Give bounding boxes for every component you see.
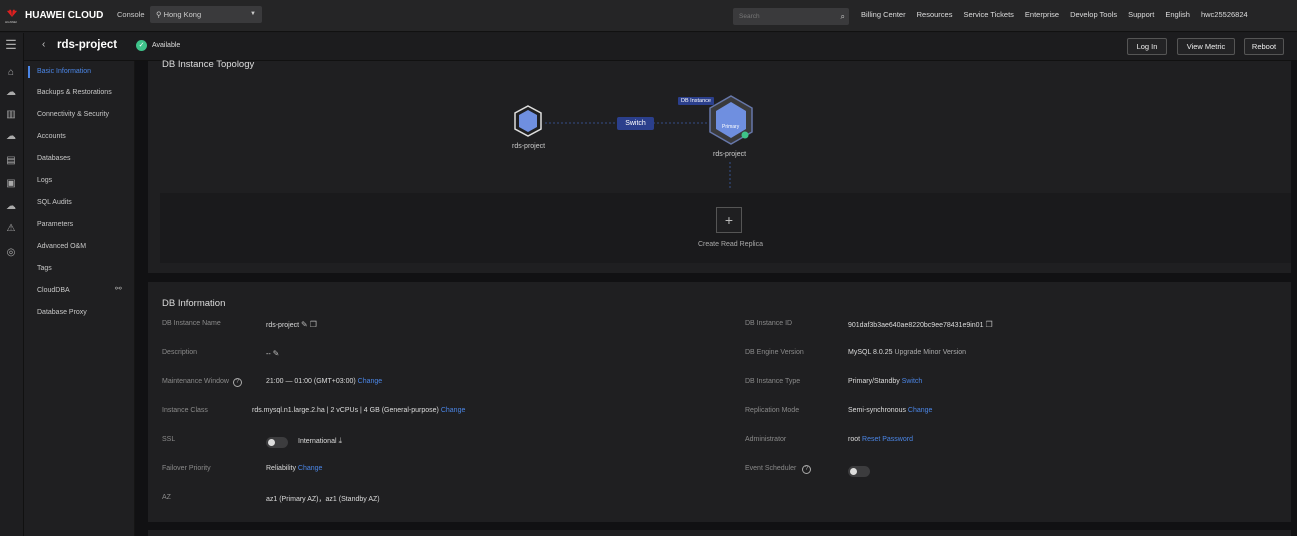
copy-icon[interactable]: ❐ — [310, 320, 317, 329]
db-instance-id-value: 901daf3b3ae640ae8220bc9ee78431e9in01 ❐ — [848, 320, 993, 329]
db-engine-version-value: MySQL 8.0.25 Upgrade Minor Version — [848, 349, 967, 356]
db-instance-type-value: Primary/Standby Switch — [848, 378, 923, 385]
primary-node-icon — [709, 95, 753, 145]
change-instance-class-link[interactable]: Change — [441, 407, 466, 414]
edit-icon[interactable]: ✎ — [301, 320, 308, 329]
description-value: -- ✎ — [266, 349, 280, 358]
db-information-card: DB Information — [148, 282, 1291, 522]
az-label: AZ — [162, 494, 171, 501]
change-replication-mode-link[interactable]: Change — [908, 407, 933, 414]
db-instance-tag: DB Instance — [678, 97, 714, 105]
instance-class-label: Instance Class — [162, 407, 208, 414]
maintenance-window-label: Maintenance Window ? — [162, 378, 242, 387]
switch-button[interactable]: Switch — [617, 117, 654, 130]
upgrade-minor-version-link[interactable]: Upgrade Minor Version — [894, 349, 966, 356]
az-value: az1 (Primary AZ)，az1 (Standby AZ) — [266, 496, 380, 503]
description-label: Description — [162, 349, 198, 356]
administrator-label: Administrator — [745, 436, 787, 443]
ssl-toggle[interactable] — [266, 437, 288, 448]
primary-role-label: Primary — [722, 124, 740, 130]
edit-description-icon[interactable]: ✎ — [273, 349, 280, 358]
administrator-value: root Reset Password — [848, 436, 913, 443]
maintenance-window-value: 21:00 — 01:00 (GMT+03:00) Change — [266, 378, 383, 385]
next-card — [148, 530, 1291, 536]
db-engine-version-label: DB Engine Version — [745, 349, 804, 356]
event-scheduler-toggle[interactable] — [848, 466, 870, 477]
db-instance-name-label: DB Instance Name — [162, 320, 221, 327]
replication-mode-label: Replication Mode — [745, 407, 800, 414]
switch-instance-type-link[interactable]: Switch — [902, 378, 923, 385]
change-maintenance-window-link[interactable]: Change — [358, 378, 383, 385]
standby-node-label: rds-project — [512, 143, 546, 150]
event-scheduler-help-icon[interactable]: ? — [802, 465, 812, 474]
db-instance-type-label: DB Instance Type — [745, 378, 801, 385]
reset-password-link[interactable]: Reset Password — [862, 436, 913, 443]
create-read-replica-label: Create Read Replica — [698, 241, 763, 248]
help-icon[interactable]: ? — [232, 378, 242, 387]
instance-class-value: rds.mysql.n1.large.2.ha | 2 vCPUs | 4 GB… — [252, 407, 466, 414]
failover-priority-value: Reliability Change — [266, 465, 323, 472]
replication-mode-value: Semi-synchronous Change — [848, 407, 933, 414]
change-failover-priority-link[interactable]: Change — [298, 465, 323, 472]
failover-priority-label: Failover Priority — [162, 465, 211, 472]
db-instance-name-value: rds-project ✎ ❐ — [266, 320, 317, 329]
ssl-label: SSL — [162, 436, 176, 443]
db-information-title: DB Information — [162, 298, 226, 309]
db-instance-id-label: DB Instance ID — [745, 320, 793, 327]
create-read-replica-button[interactable]: + — [716, 207, 742, 233]
event-scheduler-label: Event Scheduler ? — [745, 465, 812, 474]
ssl-value: International ⤓ — [298, 436, 343, 445]
primary-node-label: rds-project — [713, 151, 747, 158]
download-icon[interactable]: ⤓ — [338, 436, 342, 445]
standby-node-icon — [514, 105, 542, 137]
copy-id-icon[interactable]: ❐ — [985, 320, 992, 329]
